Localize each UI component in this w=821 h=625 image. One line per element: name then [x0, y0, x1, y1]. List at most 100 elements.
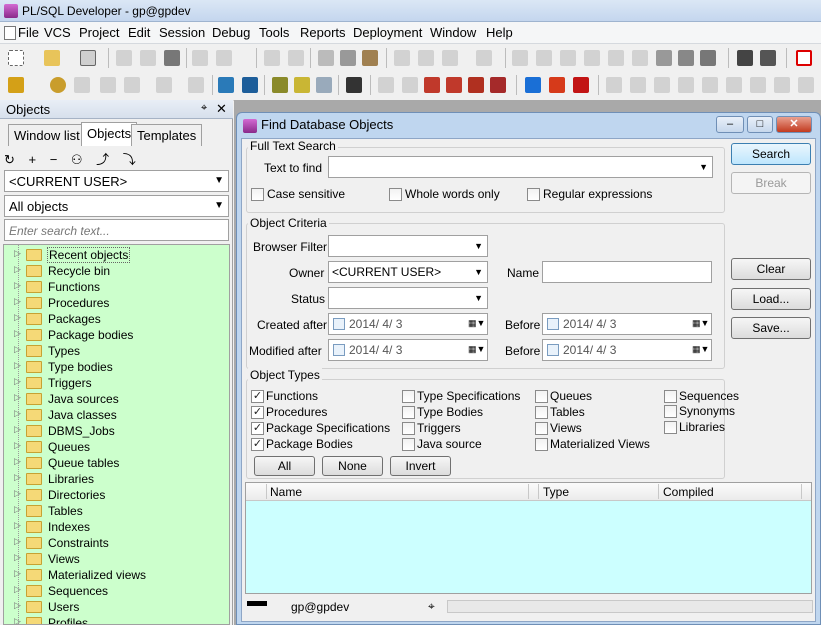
tree-item-views[interactable]: ▷ Views: [4, 551, 224, 567]
paste-icon[interactable]: [362, 50, 378, 66]
calendar-dropdown-icon[interactable]: ▦▼: [468, 344, 485, 356]
all-button[interactable]: All: [254, 456, 315, 476]
explain-icon[interactable]: [188, 77, 204, 93]
debug-step-9-icon[interactable]: [798, 77, 814, 93]
search-button[interactable]: Search: [731, 143, 811, 165]
tree-item-queues[interactable]: ▷ Queues: [4, 439, 224, 455]
menu-vcs[interactable]: VCS: [44, 25, 71, 40]
browser-filter-select[interactable]: ▼: [328, 235, 488, 257]
save-button[interactable]: Save...: [731, 317, 811, 339]
menu-help[interactable]: Help: [486, 25, 513, 40]
uncomment-icon[interactable]: [632, 50, 648, 66]
expand-icon[interactable]: ▷: [14, 440, 21, 451]
tab-window-list[interactable]: Window list: [8, 124, 86, 146]
debug-step-3-icon[interactable]: [654, 77, 670, 93]
menu-deployment[interactable]: Deployment: [353, 25, 422, 40]
column-divider[interactable]: [538, 484, 539, 499]
expand-icon[interactable]: ▷: [14, 504, 21, 515]
views-checkbox[interactable]: [535, 422, 548, 435]
rollback-icon[interactable]: [124, 77, 140, 93]
save-as-icon[interactable]: [140, 50, 156, 66]
redo-icon[interactable]: [288, 50, 304, 66]
print-icon[interactable]: [80, 50, 96, 66]
test-icon[interactable]: [294, 77, 310, 93]
expand-icon[interactable]: ▷: [14, 552, 21, 563]
connection-icon[interactable]: [218, 77, 234, 93]
tab-objects[interactable]: Objects: [81, 122, 138, 146]
package-bodies-checkbox[interactable]: ✓: [251, 438, 264, 451]
invert-button[interactable]: Invert: [390, 456, 451, 476]
tree-item-recycle-bin[interactable]: ▷ Recycle bin: [4, 263, 224, 279]
red-marker-icon[interactable]: [424, 77, 440, 93]
menu-window[interactable]: Window: [430, 25, 476, 40]
menu-tools[interactable]: Tools: [259, 25, 289, 40]
find-icon[interactable]: [394, 50, 410, 66]
debug-step-1-icon[interactable]: [606, 77, 622, 93]
synonyms-checkbox[interactable]: [664, 405, 677, 418]
column-compiled[interactable]: Compiled: [663, 485, 714, 499]
tables-checkbox[interactable]: [535, 406, 548, 419]
replace-icon[interactable]: [418, 50, 434, 66]
tree-item-types[interactable]: ▷ Types: [4, 343, 224, 359]
expand-icon[interactable]: ▷: [14, 408, 21, 419]
objects-toolbar-icons[interactable]: ↻ + − ⚇ ⤴ ⤵: [4, 149, 141, 168]
debug-step-2-icon[interactable]: [630, 77, 646, 93]
expand-icon[interactable]: ▷: [14, 344, 21, 355]
connection-label[interactable]: gp@gpdev: [291, 600, 349, 614]
load-button[interactable]: Load...: [731, 288, 811, 310]
forward-icon[interactable]: [476, 50, 492, 66]
date-checkbox[interactable]: [547, 318, 559, 330]
break-button[interactable]: Break: [731, 172, 811, 194]
debug-step-6-icon[interactable]: [726, 77, 742, 93]
name-input[interactable]: [542, 261, 712, 283]
calendar-dropdown-icon[interactable]: ▦▼: [692, 318, 709, 330]
sql-icon[interactable]: [156, 77, 172, 93]
arrow-right-blue-icon[interactable]: [525, 77, 541, 93]
tree-item-package-bodies[interactable]: ▷ Package bodies: [4, 327, 224, 343]
tree-item-indexes[interactable]: ▷ Indexes: [4, 519, 224, 535]
expand-icon[interactable]: ▷: [14, 488, 21, 499]
wrench-icon[interactable]: [346, 77, 362, 93]
stop-icon[interactable]: [573, 77, 589, 93]
tree-item-materialized-views[interactable]: ▷ Materialized views: [4, 567, 224, 583]
close-button[interactable]: ✕: [776, 116, 812, 133]
expand-icon[interactable]: ▷: [14, 376, 21, 387]
expand-icon[interactable]: ▷: [14, 520, 21, 531]
functions-checkbox[interactable]: ✓: [251, 390, 264, 403]
hierarchy-icon[interactable]: [700, 50, 716, 66]
modified-before-date[interactable]: 2014/ 4/ 3 ▦▼: [542, 339, 712, 361]
tree-icon[interactable]: [656, 50, 672, 66]
case-sensitive-checkbox[interactable]: [251, 188, 264, 201]
cut-icon[interactable]: [318, 50, 334, 66]
key-icon[interactable]: [8, 77, 24, 93]
package-specifications-checkbox[interactable]: ✓: [251, 422, 264, 435]
outdent-icon[interactable]: [536, 50, 552, 66]
brush-icon[interactable]: [490, 77, 506, 93]
owner-combo[interactable]: <CURRENT USER> ▼: [4, 170, 229, 192]
expand-icon[interactable]: ▷: [14, 584, 21, 595]
expand-icon[interactable]: ▷: [14, 536, 21, 547]
pin-icon[interactable]: ⌖: [201, 102, 207, 115]
pin-icon[interactable]: ⌖: [428, 599, 435, 614]
results-grid[interactable]: Name Type Compiled: [245, 482, 812, 594]
expand-icon[interactable]: ▷: [14, 328, 21, 339]
menu-file[interactable]: File: [18, 25, 39, 40]
expand-icon[interactable]: ▷: [14, 296, 21, 307]
document-icon[interactable]: [4, 26, 16, 40]
tree-item-libraries[interactable]: ▷ Libraries: [4, 471, 224, 487]
eraser-icon[interactable]: [402, 77, 418, 93]
uppercase-icon[interactable]: [560, 50, 576, 66]
indent-icon[interactable]: [512, 50, 528, 66]
column-divider[interactable]: [528, 484, 529, 499]
menu-reports[interactable]: Reports: [300, 25, 346, 40]
menu-edit[interactable]: Edit: [128, 25, 150, 40]
tree-item-procedures[interactable]: ▷ Procedures: [4, 295, 224, 311]
java-source-checkbox[interactable]: [402, 438, 415, 451]
menu-project[interactable]: Project: [79, 25, 119, 40]
expand-icon[interactable]: ▷: [14, 616, 21, 624]
cascade-windows-icon[interactable]: [737, 50, 753, 66]
menu-session[interactable]: Session: [159, 25, 205, 40]
column-type[interactable]: Type: [543, 485, 569, 499]
copy-icon[interactable]: [340, 50, 356, 66]
type-bodies-checkbox[interactable]: [402, 406, 415, 419]
